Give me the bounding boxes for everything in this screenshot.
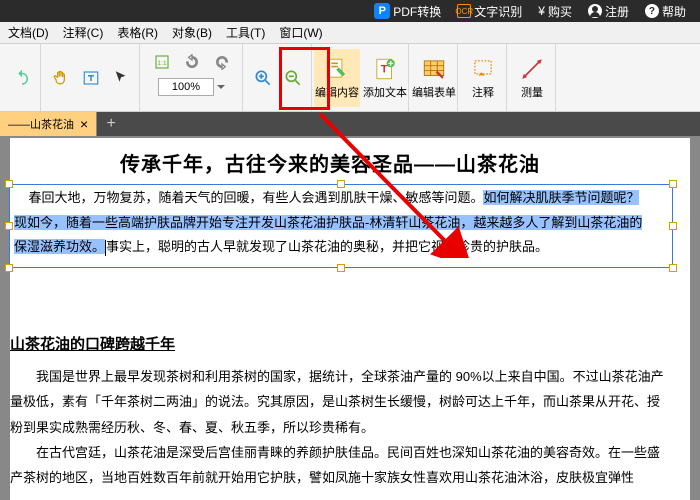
menu-file[interactable]: 文档(D) [8, 24, 49, 41]
tabbar: ——山茶花油 × + [0, 112, 700, 136]
fit-page-button[interactable]: 1:1 [148, 48, 176, 76]
highlighted-text: 现如今，随着一些高端护肤品牌开始专注开发山茶花油护肤品-林清轩山茶花油，越来越多… [14, 215, 642, 230]
ocr-icon: OCR [457, 4, 471, 18]
text-select-tool[interactable] [77, 64, 105, 92]
annotate-button[interactable]: 注释 [460, 49, 506, 107]
menu-object[interactable]: 对象(B) [172, 24, 212, 41]
resize-handle[interactable] [5, 222, 13, 230]
resize-handle[interactable] [337, 264, 345, 272]
paragraph-1[interactable]: 春回大地，万物复苏，随着天气的回暖，有些人会遇到肌肤干燥、敏感等问题。如何解决肌… [14, 186, 668, 260]
menu-tool[interactable]: 工具(T) [226, 24, 265, 41]
add-tab-button[interactable]: + [101, 114, 121, 134]
yen-icon: ¥ [538, 4, 545, 18]
tab-label: ——山茶花油 [8, 116, 74, 132]
heading-2: 山茶花油的口碑跨越千年 [10, 333, 672, 354]
zoom-out-button[interactable] [279, 64, 307, 92]
titlebar: PPDF转换 OCR文字识别 ¥购买 注册 ?帮助 [0, 0, 700, 22]
zoom-input[interactable] [158, 78, 214, 96]
highlighted-text: 保湿滋养功效。 [14, 239, 105, 254]
rotate-left-button[interactable] [178, 48, 206, 76]
measure-button[interactable]: 测量 [509, 49, 555, 107]
doc-title: 传承千年，古往今来的美容圣品——山茶花油 [120, 148, 672, 177]
resize-handle[interactable] [5, 264, 13, 272]
resize-handle[interactable] [669, 264, 677, 272]
add-text-button[interactable]: T 添加文本 [362, 49, 408, 107]
paragraph-2: 我国是世界上最早发现茶树和利用茶树的国家，据统计，全球茶油产量的 90%以上来自… [10, 364, 672, 440]
document-viewport[interactable]: 传承千年，古往今来的美容圣品——山茶花油 春回大地，万物复苏，随着天气的回暖，有… [0, 136, 700, 500]
p-logo-icon: P [374, 3, 390, 19]
ocr-button[interactable]: OCR文字识别 [451, 3, 528, 20]
highlighted-text: 如何解决肌肤季节问题呢？ [483, 190, 639, 205]
svg-text:1:1: 1:1 [157, 60, 167, 67]
svg-text:T: T [381, 63, 388, 75]
menubar: 文档(D) 注释(C) 表格(R) 对象(B) 工具(T) 窗口(W) [0, 22, 700, 44]
pdf-convert-button[interactable]: PPDF转换 [368, 3, 447, 20]
help-icon: ? [645, 4, 659, 18]
arrow-tool[interactable] [107, 64, 135, 92]
section-2: 山茶花油的口碑跨越千年 我国是世界上最早发现茶树和利用茶树的国家，据统计，全球茶… [10, 333, 672, 491]
paragraph-3: 在古代宫廷，山茶花油是深受后宫佳丽青睐的养颜护肤佳品。民间百姓也深知山茶花油的美… [10, 440, 672, 491]
undo-button[interactable] [8, 64, 36, 92]
close-tab-icon[interactable]: × [80, 116, 88, 132]
resize-handle[interactable] [669, 222, 677, 230]
zoom-dropdown-icon[interactable] [216, 82, 226, 92]
menu-annotate[interactable]: 注释(C) [63, 24, 104, 41]
menu-window[interactable]: 窗口(W) [279, 24, 322, 41]
resize-handle[interactable] [669, 180, 677, 188]
register-button[interactable]: 注册 [582, 3, 635, 20]
edit-form-button[interactable]: 编辑表单 [411, 49, 457, 107]
rotate-right-button[interactable] [208, 48, 236, 76]
edit-content-button[interactable]: 编辑内容 [314, 49, 360, 107]
document-tab[interactable]: ——山茶花油 × [0, 112, 97, 136]
menu-table[interactable]: 表格(R) [117, 24, 158, 41]
user-icon [588, 4, 602, 18]
resize-handle[interactable] [5, 180, 13, 188]
page: 传承千年，古往今来的美容圣品——山茶花油 春回大地，万物复苏，随着天气的回暖，有… [10, 138, 690, 500]
help-button[interactable]: ?帮助 [639, 3, 692, 20]
toolbar: 1:1 编辑内容 T 添加文本 编辑表单 注释 [0, 44, 700, 112]
hand-tool[interactable] [47, 64, 75, 92]
zoom-in-button[interactable] [249, 64, 277, 92]
buy-button[interactable]: ¥购买 [532, 3, 578, 20]
